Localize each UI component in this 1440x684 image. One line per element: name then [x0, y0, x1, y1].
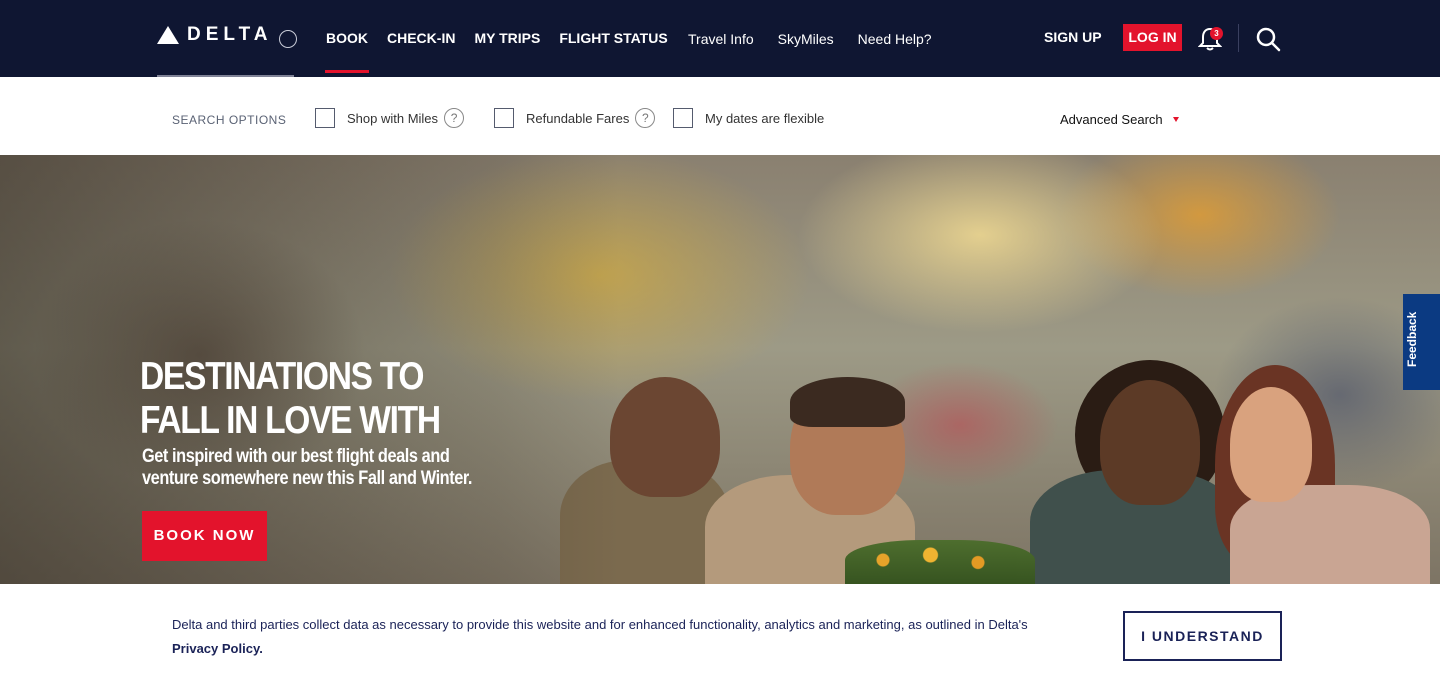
feedback-label[interactable]: Feedback: [1405, 304, 1438, 374]
secondary-nav: Travel Info SkyMiles Need Help?: [688, 31, 956, 47]
skyteam-globe-icon: [278, 30, 297, 48]
flexible-dates-checkbox[interactable]: [673, 108, 693, 128]
hero-photo-figure: [1230, 387, 1312, 502]
top-navigation: DELTA BOOK CHECK-IN MY TRIPS FLIGHT STAT…: [0, 0, 1440, 77]
nav-my-trips[interactable]: MY TRIPS: [474, 30, 540, 46]
privacy-policy-link[interactable]: Privacy Policy.: [172, 641, 263, 656]
nav-need-help[interactable]: Need Help?: [858, 31, 932, 47]
search-options-bar: SEARCH OPTIONS Shop with Miles ? Refunda…: [0, 77, 1440, 155]
header-divider: [1238, 24, 1239, 52]
nav-book[interactable]: BOOK: [325, 30, 369, 73]
help-icon[interactable]: ?: [444, 108, 465, 128]
i-understand-button[interactable]: I UNDERSTAND: [1123, 611, 1282, 661]
delta-widget-icon: [157, 26, 179, 44]
hero-banner: DESTINATIONS TO FALL IN LOVE WITH Get in…: [0, 155, 1440, 584]
hero-subtitle-line: Get inspired with our best flight deals …: [142, 446, 450, 467]
hero-subtitle-line: venture somewhere new this Fall and Wint…: [142, 468, 473, 489]
nav-skymiles[interactable]: SkyMiles: [778, 31, 834, 47]
sign-up-link[interactable]: SIGN UP: [1044, 29, 1102, 45]
option-refundable-fares[interactable]: Refundable Fares ?: [494, 108, 656, 128]
hero-title-line: DESTINATIONS TO: [140, 355, 424, 398]
help-icon[interactable]: ?: [635, 108, 656, 128]
shop-with-miles-label: Shop with Miles: [347, 110, 439, 126]
shop-with-miles-checkbox[interactable]: [315, 108, 335, 128]
advanced-search-toggle[interactable]: Advanced Search: [1060, 112, 1179, 127]
flexible-dates-label: My dates are flexible: [705, 110, 825, 126]
nav-travel-info[interactable]: Travel Info: [688, 31, 754, 47]
nav-check-in[interactable]: CHECK-IN: [387, 30, 455, 46]
nav-flight-status[interactable]: FLIGHT STATUS: [559, 30, 667, 46]
cookie-message: Delta and third parties collect data as …: [172, 613, 1072, 661]
log-in-button[interactable]: LOG IN: [1123, 24, 1182, 51]
brand-name: DELTA: [187, 24, 273, 45]
cookie-banner: Delta and third parties collect data as …: [0, 584, 1440, 684]
hero-title-line: FALL IN LOVE WITH: [140, 399, 441, 442]
cookie-text: Delta and third parties collect data as …: [172, 617, 1028, 632]
caret-down-icon: [1172, 117, 1179, 122]
search-icon[interactable]: [1255, 26, 1281, 52]
main-nav: BOOK CHECK-IN MY TRIPS FLIGHT STATUS: [325, 30, 687, 73]
hero-photo-figure: [1100, 380, 1200, 505]
refundable-fares-checkbox[interactable]: [494, 108, 514, 128]
book-now-button[interactable]: BOOK NOW: [142, 511, 267, 561]
notification-badge: 3: [1210, 27, 1223, 40]
advanced-search-label: Advanced Search: [1060, 112, 1163, 127]
hero-photo-figure: [610, 377, 720, 497]
refundable-fares-label: Refundable Fares: [526, 110, 630, 126]
hero-subtitle: Get inspired with our best flight deals …: [142, 446, 503, 490]
option-shop-with-miles[interactable]: Shop with Miles ?: [315, 108, 465, 128]
delta-logo[interactable]: DELTA: [157, 24, 297, 48]
option-flexible-dates[interactable]: My dates are flexible: [673, 108, 824, 128]
hero-title: DESTINATIONS TO FALL IN LOVE WITH: [140, 355, 467, 443]
search-options-label: SEARCH OPTIONS: [172, 113, 287, 127]
hero-photo-flowers: [845, 540, 1035, 584]
hero-photo-figure: [790, 377, 905, 427]
